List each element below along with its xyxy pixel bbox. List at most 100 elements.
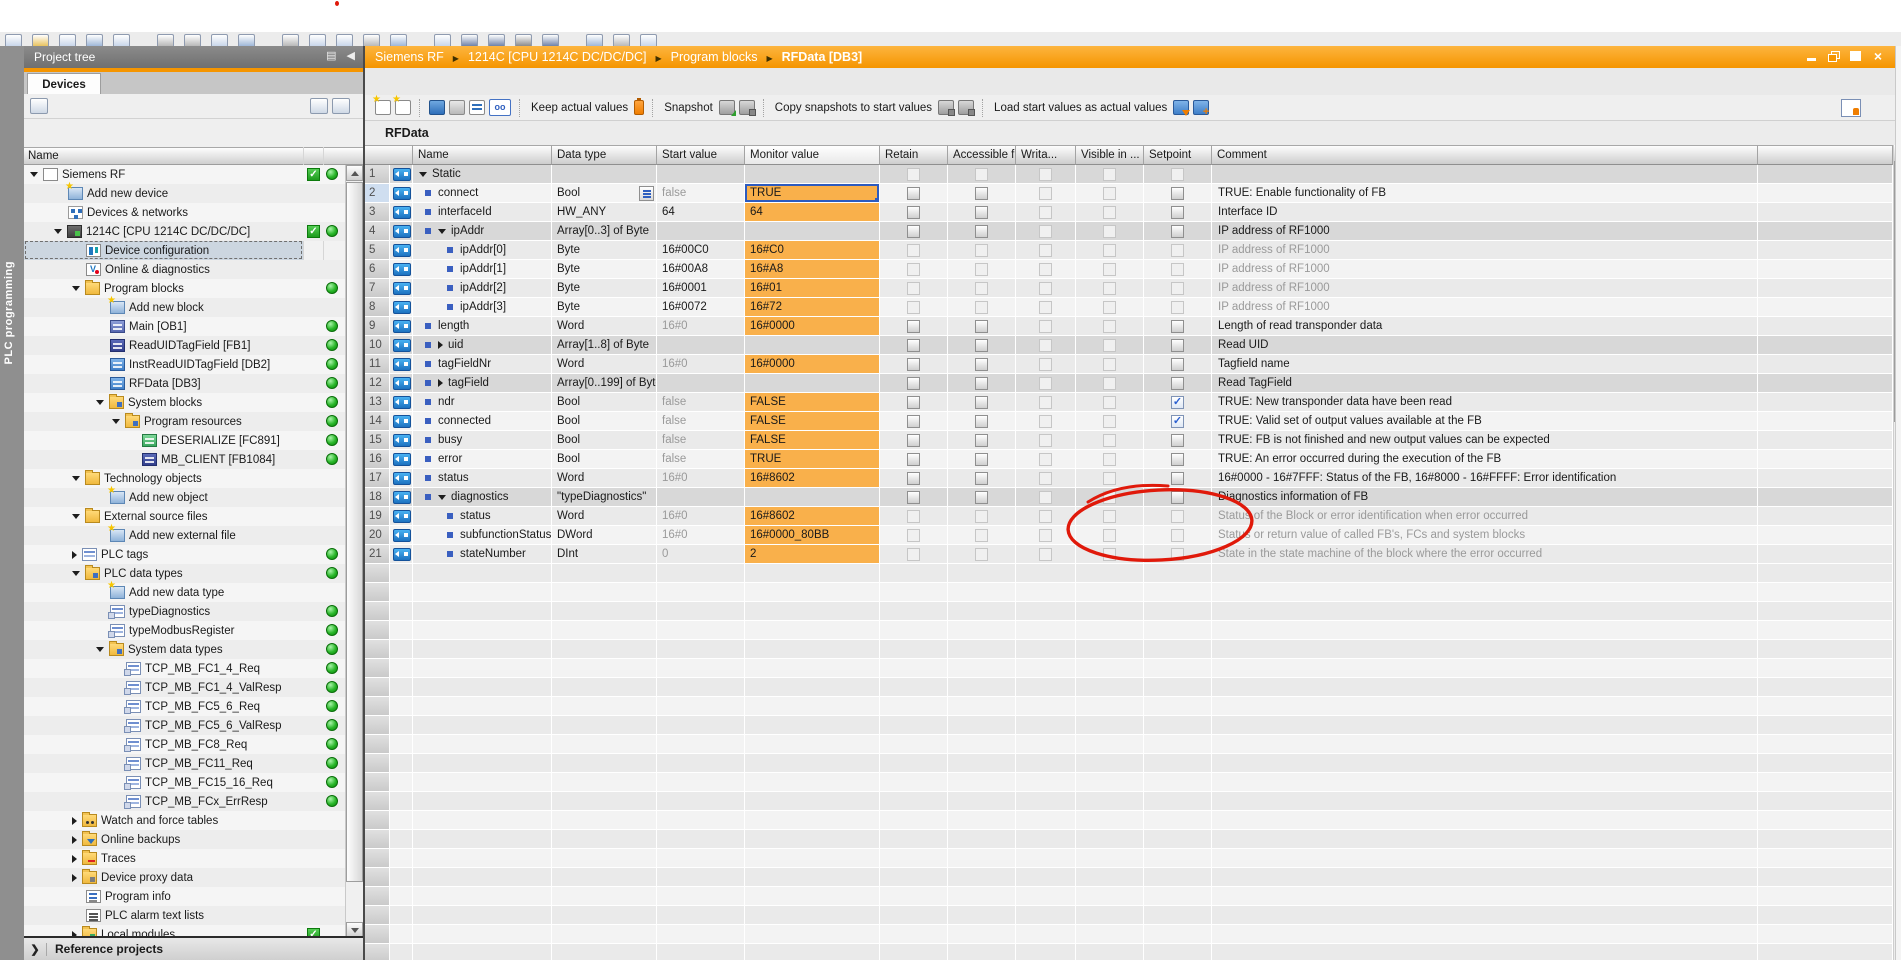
checkbox-accessible[interactable] — [975, 206, 988, 219]
cell-comment[interactable]: 16#0000 - 16#7FFF: Status of the FB, 16#… — [1212, 469, 1758, 488]
cell-start-value[interactable]: 16#0072 — [657, 298, 745, 317]
checkbox-setpoint[interactable] — [1171, 434, 1184, 447]
tree-item-tcp-mb-fc11-req[interactable]: TCP_MB_FC11_Req — [24, 754, 345, 773]
column-header-writa-[interactable]: Writa... — [1016, 145, 1076, 165]
toolbar-icon[interactable] — [515, 34, 532, 46]
checkbox-setpoint[interactable] — [1171, 339, 1184, 352]
checkbox-setpoint[interactable] — [1171, 377, 1184, 390]
tree-item-device-configuration[interactable]: Device configuration — [24, 241, 345, 260]
cell-start-value[interactable] — [657, 165, 745, 184]
checkbox-retain[interactable] — [907, 510, 920, 523]
cell-data-type[interactable]: Bool — [552, 450, 657, 469]
cell-name[interactable]: connected — [413, 412, 552, 431]
cell-monitor-value[interactable]: 16#C0 — [745, 241, 880, 260]
cell-comment[interactable]: Diagnostics information of FB — [1212, 488, 1758, 507]
cell-start-value[interactable]: 16#0 — [657, 469, 745, 488]
tree-item-system-blocks[interactable]: System blocks — [24, 393, 345, 412]
cell-data-type[interactable]: DInt — [552, 545, 657, 564]
checkbox-writable[interactable] — [1039, 301, 1052, 314]
cell-monitor-value[interactable]: FALSE — [745, 393, 880, 412]
checkbox-retain[interactable] — [907, 396, 920, 409]
chevron-down-icon[interactable] — [96, 400, 104, 405]
cell-name[interactable]: ipAddr[2] — [413, 279, 552, 298]
checkbox-visible[interactable] — [1103, 206, 1116, 219]
tree-item-main-ob1-[interactable]: Main [OB1] — [24, 317, 345, 336]
tree-item-tcp-mb-fc5-6-req[interactable]: TCP_MB_FC5_6_Req — [24, 697, 345, 716]
checkbox-accessible[interactable] — [975, 491, 988, 504]
checkbox-setpoint[interactable] — [1171, 168, 1184, 181]
column-header-extra[interactable] — [1758, 145, 1893, 165]
cell-start-value[interactable] — [657, 488, 745, 507]
cell-start-value[interactable]: 16#0 — [657, 317, 745, 336]
cell-data-type[interactable]: Byte — [552, 241, 657, 260]
checkbox-retain[interactable] — [907, 339, 920, 352]
maximize-button[interactable] — [1849, 50, 1863, 63]
checkbox-accessible[interactable] — [975, 358, 988, 371]
checkbox-setpoint[interactable] — [1171, 206, 1184, 219]
tree-item-add-new-object[interactable]: Add new object — [24, 488, 345, 507]
checkbox-retain[interactable] — [907, 491, 920, 504]
cell-start-value[interactable]: false — [657, 431, 745, 450]
cell-name[interactable]: ipAddr — [413, 222, 552, 241]
scroll-up-icon[interactable] — [346, 165, 363, 181]
toolbar-icon[interactable] — [336, 34, 353, 46]
toolbar-icon[interactable] — [211, 34, 228, 46]
checkbox-setpoint[interactable] — [1171, 548, 1184, 561]
checkbox-accessible[interactable] — [975, 453, 988, 466]
cell-start-value[interactable]: false — [657, 412, 745, 431]
copy-snapshot-icon-1[interactable] — [938, 100, 954, 115]
tree-item-tcp-mb-fc15-16-req[interactable]: TCP_MB_FC15_16_Req — [24, 773, 345, 792]
tree-item-plc-alarm-text-lists[interactable]: PLC alarm text lists — [24, 906, 345, 925]
cell-monitor-value[interactable]: 16#72 — [745, 298, 880, 317]
cell-data-type[interactable]: Word — [552, 507, 657, 526]
cell-start-value[interactable]: false — [657, 450, 745, 469]
checkbox-visible[interactable] — [1103, 396, 1116, 409]
toolbar-icon[interactable] — [86, 34, 103, 46]
chevron-down-icon[interactable] — [438, 495, 446, 500]
chevron-down-icon[interactable] — [30, 172, 38, 177]
checkbox-accessible[interactable] — [975, 377, 988, 390]
checkbox-retain[interactable] — [907, 434, 920, 447]
copy-snapshots-button[interactable]: Copy snapshots to start values — [775, 102, 932, 114]
cell-monitor-value[interactable]: 2 — [745, 545, 880, 564]
cell-start-value[interactable]: 16#0001 — [657, 279, 745, 298]
cell-comment[interactable]: IP address of RF1000 — [1212, 279, 1758, 298]
tree-item-deserialize-fc891-[interactable]: DESERIALIZE [FC891] — [24, 431, 345, 450]
toolbar-icon[interactable] — [32, 34, 49, 46]
tree-item-program-blocks[interactable]: Program blocks — [24, 279, 345, 298]
chevron-right-icon[interactable] — [438, 379, 443, 387]
project-tree-column-header[interactable]: Name — [24, 147, 363, 165]
checkbox-visible[interactable] — [1103, 225, 1116, 238]
checkbox-retain[interactable] — [907, 472, 920, 485]
cell-monitor-value[interactable] — [745, 165, 880, 184]
checkbox-visible[interactable] — [1103, 282, 1116, 295]
tree-item-instreaduidtagfield-db2-[interactable]: InstReadUIDTagField [DB2] — [24, 355, 345, 374]
reference-projects-bar[interactable]: ❯ Reference projects — [24, 936, 363, 960]
checkbox-setpoint[interactable] — [1171, 472, 1184, 485]
cell-data-type[interactable]: Byte — [552, 298, 657, 317]
checkbox-accessible[interactable] — [975, 168, 988, 181]
checkbox-writable[interactable] — [1039, 453, 1052, 466]
toolbar-icon[interactable] — [238, 34, 255, 46]
cell-comment[interactable]: TRUE: Valid set of output values availab… — [1212, 412, 1758, 431]
cell-comment[interactable]: IP address of RF1000 — [1212, 241, 1758, 260]
cell-comment[interactable] — [1212, 165, 1758, 184]
toolbar-icon[interactable] — [586, 34, 603, 46]
checkbox-writable[interactable] — [1039, 377, 1052, 390]
checkbox-setpoint[interactable] — [1171, 225, 1184, 238]
cell-name[interactable]: status — [413, 469, 552, 488]
checkbox-retain[interactable] — [907, 206, 920, 219]
toolbar-icon[interactable] — [640, 34, 657, 46]
cell-monitor-value[interactable]: 16#0000 — [745, 355, 880, 374]
breadcrumb-item[interactable]: 1214C [CPU 1214C DC/DC/DC] — [468, 50, 647, 64]
tree-item-add-new-external-file[interactable]: Add new external file — [24, 526, 345, 545]
checkbox-accessible[interactable] — [975, 282, 988, 295]
checkbox-retain[interactable] — [907, 320, 920, 333]
toolbar-icon[interactable] — [5, 34, 22, 46]
checkbox-writable[interactable] — [1039, 244, 1052, 257]
toolbar-icon[interactable] — [157, 34, 174, 46]
cell-monitor-value[interactable]: FALSE — [745, 431, 880, 450]
chevron-down-icon[interactable] — [438, 229, 446, 234]
checkbox-visible[interactable] — [1103, 453, 1116, 466]
chevron-right-icon[interactable] — [72, 874, 77, 882]
